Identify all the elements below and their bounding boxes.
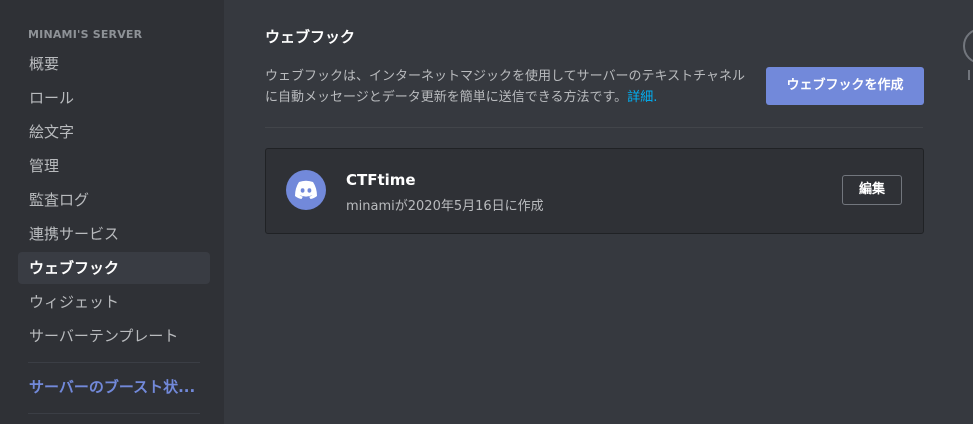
settings-sidebar: MINAMI'S SERVER 概要 ロール 絵文字 管理 監査ログ 連携サービ…	[0, 0, 224, 424]
esc-key-hint	[968, 70, 973, 80]
server-name: MINAMI'S SERVER	[28, 28, 143, 41]
webhook-name: CTFtime	[346, 171, 416, 189]
webhooks-description: ウェブフックは、インターネットマジックを使用してサーバーのテキストチャネルに自動…	[265, 66, 745, 108]
sidebar-item-integrations[interactable]: 連携サービス	[18, 218, 210, 250]
sidebar-item-roles[interactable]: ロール	[18, 82, 210, 114]
sidebar-item-emoji[interactable]: 絵文字	[18, 116, 210, 148]
sidebar-item-server-boost[interactable]: サーバーのブースト状...	[18, 371, 210, 403]
sidebar-item-server-template[interactable]: サーバーテンプレート	[18, 320, 210, 352]
webhook-card[interactable]: CTFtime minamiが2020年5月16日に作成 編集	[265, 148, 924, 234]
webhooks-panel: ウェブフック ウェブフックは、インターネットマジックを使用してサーバーのテキスト…	[224, 0, 973, 424]
webhook-created-info: minamiが2020年5月16日に作成	[346, 199, 544, 214]
edit-webhook-button[interactable]: 編集	[842, 175, 902, 205]
page-title: ウェブフック	[265, 28, 356, 46]
details-link[interactable]: 詳細.	[627, 90, 657, 105]
discord-logo-icon	[286, 170, 326, 210]
sidebar-item-overview[interactable]: 概要	[18, 48, 210, 80]
description-text: ウェブフックは、インターネットマジックを使用してサーバーのテキストチャネルに自動…	[265, 69, 745, 105]
sidebar-divider	[28, 362, 200, 363]
create-webhook-button[interactable]: ウェブフックを作成	[766, 67, 924, 105]
section-divider	[265, 127, 923, 128]
sidebar-item-audit-log[interactable]: 監査ログ	[18, 184, 210, 216]
sidebar-item-moderation[interactable]: 管理	[18, 150, 210, 182]
sidebar-item-widget[interactable]: ウィジェット	[18, 286, 210, 318]
sidebar-item-webhooks[interactable]: ウェブフック	[18, 252, 210, 284]
sidebar-divider	[28, 413, 200, 414]
